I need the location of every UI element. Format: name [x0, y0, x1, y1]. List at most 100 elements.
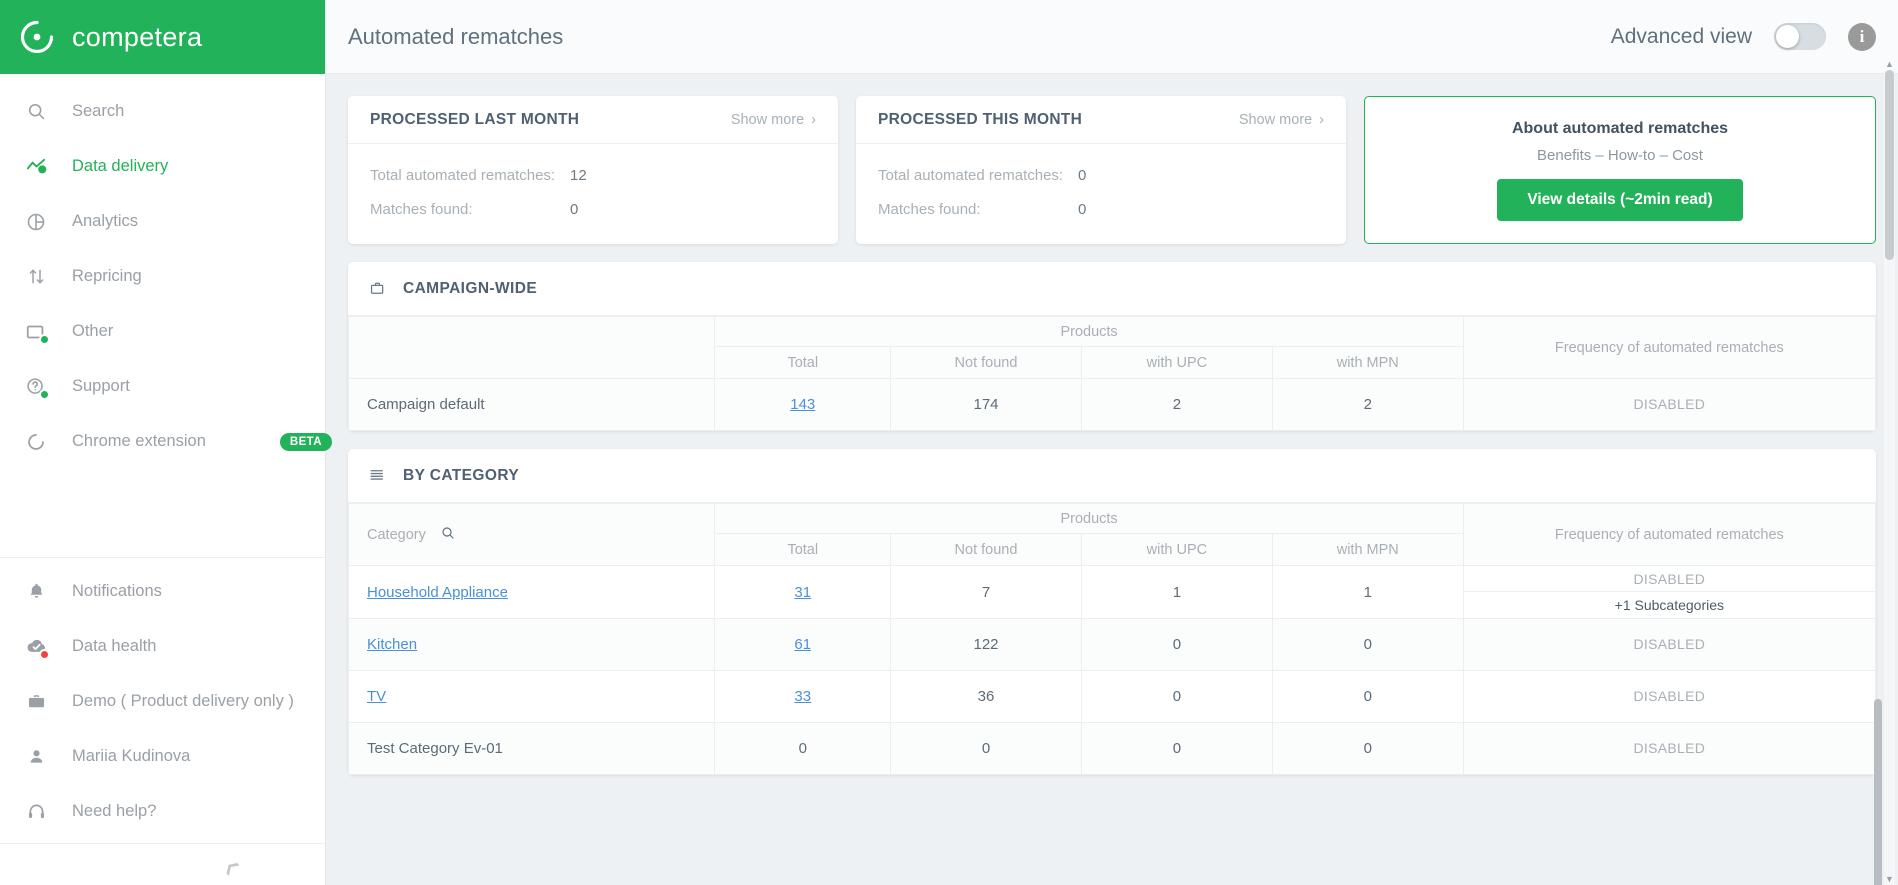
- question-circle-icon: [22, 373, 50, 401]
- info-icon[interactable]: i: [1848, 22, 1876, 51]
- chevron-left-icon[interactable]: ❮: [222, 856, 244, 878]
- search-icon[interactable]: [440, 525, 456, 545]
- stat-label: Total automated rematches:: [878, 166, 1064, 184]
- sidebar-item-search[interactable]: Search: [0, 84, 325, 139]
- subcategories-wrap[interactable]: +1 Subcategories: [1464, 592, 1875, 618]
- category-link[interactable]: TV: [367, 688, 386, 705]
- row-name: Kitchen: [347, 618, 716, 671]
- pie-chart-icon: [22, 208, 50, 236]
- table-row: Household Appliance 31 7 1 1 DISABLED +1…: [347, 565, 1877, 619]
- row-name: Campaign default: [347, 378, 716, 431]
- total-link[interactable]: 143: [790, 396, 815, 413]
- row-with-mpn: 0: [1271, 670, 1464, 723]
- sidebar-item-other[interactable]: Other: [0, 304, 325, 359]
- table-row: Test Category Ev-01 0 0 0 0 DISABLED: [347, 722, 1877, 775]
- sidebar-item-notifications[interactable]: Notifications: [0, 564, 325, 619]
- summary-cards: PROCESSED LAST MONTH Show more › Total a…: [348, 96, 1876, 244]
- row-frequency[interactable]: DISABLED: [1462, 670, 1877, 723]
- header-category: Category: [347, 503, 716, 566]
- table-head: Category Products Frequency of automated…: [347, 503, 1877, 566]
- category-link[interactable]: Kitchen: [367, 636, 417, 653]
- sidebar-item-label: Data delivery: [72, 157, 169, 175]
- sidebar-item-analytics[interactable]: Analytics: [0, 194, 325, 249]
- stat-value: 0: [570, 200, 579, 218]
- frequency-value: DISABLED: [1633, 396, 1706, 412]
- frequency-value: DISABLED: [1633, 740, 1706, 756]
- header-with-upc: with UPC: [1080, 346, 1273, 379]
- scroll-up-arrow[interactable]: ▲: [1884, 58, 1895, 70]
- advanced-view-toggle[interactable]: [1774, 23, 1826, 50]
- row-with-mpn: 2: [1271, 378, 1464, 431]
- sidebar-item-need-help[interactable]: Need help?: [0, 784, 325, 839]
- stat-value: 12: [570, 166, 587, 184]
- row-not-found: 7: [890, 565, 1082, 619]
- table-row: Kitchen 61 122 0 0 DISABLED: [347, 618, 1877, 671]
- sidebar-item-chrome-extension[interactable]: Chrome extension BETA: [0, 414, 332, 469]
- topbar: Automated rematches Advanced view i: [326, 0, 1898, 74]
- table-header-row-group: Products Frequency of automated rematche…: [347, 316, 1877, 379]
- header-products: Products: [714, 503, 1464, 534]
- sidebar-item-data-health[interactable]: Data health: [0, 619, 325, 674]
- cloud-check-icon: [22, 633, 50, 661]
- sidebar-item-data-delivery[interactable]: Data delivery: [0, 139, 325, 194]
- sidebar-item-label: Need help?: [72, 802, 157, 820]
- show-more-link[interactable]: Show more ›: [1239, 112, 1324, 128]
- brand-header[interactable]: competera: [0, 0, 325, 74]
- table-head: Products Frequency of automated rematche…: [347, 316, 1877, 379]
- refresh-circle-icon: [18, 18, 56, 56]
- row-not-found: 0: [890, 722, 1082, 775]
- total-link[interactable]: 31: [794, 584, 811, 601]
- sidebar-item-demo[interactable]: Demo ( Product delivery only ): [0, 674, 325, 729]
- stat-label: Matches found:: [878, 200, 981, 218]
- row-frequency[interactable]: DISABLED: [1462, 378, 1877, 431]
- total-link[interactable]: 61: [794, 636, 811, 653]
- header-not-found: Not found: [890, 346, 1082, 379]
- sidebar-collapse-bar[interactable]: ❮: [0, 843, 325, 885]
- category-link[interactable]: Household Appliance: [367, 584, 508, 601]
- row-total: 143: [714, 378, 892, 431]
- row-with-mpn: 1: [1271, 565, 1464, 619]
- row-frequency[interactable]: DISABLED: [1462, 722, 1877, 775]
- card-about-automated-rematches: About automated rematches Benefits – How…: [1364, 96, 1876, 244]
- sidebar-item-support[interactable]: Support: [0, 359, 325, 414]
- headset-icon: [22, 798, 50, 826]
- stat-value: 0: [1078, 200, 1087, 218]
- briefcase-icon: [368, 279, 387, 298]
- sidebar-item-label: Other: [72, 322, 114, 340]
- row-name: Test Category Ev-01: [347, 722, 716, 775]
- analytics-line-icon: [22, 153, 50, 181]
- row-frequency[interactable]: DISABLED: [1462, 618, 1877, 671]
- stat-label: Total automated rematches:: [370, 166, 556, 184]
- table-row: TV 33 36 0 0 DISABLED: [347, 670, 1877, 723]
- panel-campaign-wide: CAMPAIGN-WIDE Products Frequency of auto…: [347, 262, 1877, 431]
- sidebar-item-label: Demo ( Product delivery only ): [72, 692, 294, 710]
- stat-row: Matches found: 0: [370, 192, 816, 226]
- header-with-mpn: with MPN: [1271, 533, 1464, 566]
- scrollbar-thumb[interactable]: [1885, 70, 1894, 260]
- page-scrollbar[interactable]: [1884, 70, 1895, 885]
- show-more-label: Show more: [730, 111, 805, 128]
- show-more-link[interactable]: Show more ›: [731, 112, 816, 128]
- sidebar-item-label: Data health: [72, 637, 157, 655]
- total-link[interactable]: 33: [794, 688, 811, 705]
- sidebar-item-repricing[interactable]: Repricing: [0, 249, 325, 304]
- scroll-down-arrow[interactable]: ▼: [1884, 873, 1895, 885]
- card-processed-this-month: PROCESSED THIS MONTH Show more › Total a…: [856, 96, 1346, 244]
- stat-row: Total automated rematches: 0: [878, 158, 1324, 192]
- header-not-found: Not found: [890, 533, 1082, 566]
- row-with-upc: 0: [1080, 722, 1273, 775]
- table-vertical-scrollbar-thumb[interactable]: [1874, 699, 1882, 885]
- status-dot: [39, 333, 50, 345]
- row-not-found: 36: [890, 670, 1082, 723]
- sidebar: competera Search Data delivery Analytics…: [0, 0, 332, 885]
- frequency-value: DISABLED: [1633, 636, 1706, 652]
- row-not-found: 174: [890, 378, 1082, 431]
- panel-title: BY CATEGORY: [403, 466, 520, 484]
- view-details-button[interactable]: View details (~2min read): [1497, 178, 1743, 221]
- row-frequency[interactable]: DISABLED +1 Subcategories: [1462, 565, 1877, 619]
- campaign-wide-table: Products Frequency of automated rematche…: [347, 316, 1877, 431]
- frequency-value: DISABLED: [1633, 688, 1706, 704]
- card-title: PROCESSED THIS MONTH: [878, 110, 1083, 128]
- sidebar-item-user[interactable]: Mariia Kudinova: [0, 729, 325, 784]
- header-category-label: Category: [367, 526, 426, 543]
